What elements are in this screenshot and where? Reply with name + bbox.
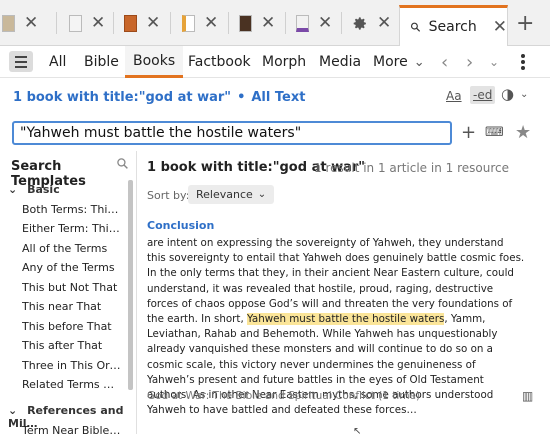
kebab-menu-icon[interactable] [521, 54, 525, 72]
tab-3[interactable]: ✕ [124, 0, 160, 46]
tab-strip: ✕ ✕ ✕ ✕ ✕ ✕ ✕ Search ✕ + [0, 0, 550, 46]
tab-6[interactable]: ✕ [296, 0, 332, 46]
template-item[interactable]: This before That [22, 320, 122, 333]
close-icon[interactable]: ✕ [204, 14, 218, 32]
forward-arrow-icon[interactable]: › [466, 52, 473, 73]
tab-2[interactable]: ✕ [69, 0, 105, 46]
resource-thumbnail-icon [182, 14, 195, 32]
history-dropdown-icon[interactable]: ⌄ [489, 55, 499, 69]
bullet-separator: • [237, 90, 246, 105]
tab-books[interactable]: Books [125, 46, 184, 78]
result-heading-link[interactable]: Conclusion [147, 219, 214, 232]
favorite-star-icon[interactable]: ★ [515, 122, 531, 143]
chevron-down-icon: ⌄ [413, 54, 425, 70]
chevron-down-icon[interactable]: ⌄ [520, 89, 528, 100]
template-item[interactable]: Related Terms Nea… [22, 378, 122, 391]
tab-5[interactable]: ✕ [239, 0, 275, 46]
tab-4[interactable]: ✕ [182, 0, 218, 46]
chevron-down-icon: ⌄ [8, 404, 18, 417]
tab-all[interactable]: All [49, 46, 66, 78]
chevron-down-icon: ⌄ [257, 189, 267, 200]
tab-morph[interactable]: Morph [262, 46, 306, 78]
search-templates-panel: Search Templates ⌄ Basic Both Terms: Thi… [0, 151, 137, 437]
template-item[interactable]: This after That [22, 339, 122, 352]
template-item[interactable]: Term Near Bible Re… [22, 424, 122, 437]
tab-more-label: More [373, 54, 408, 70]
resource-thumbnail-icon [239, 14, 252, 32]
close-icon[interactable]: ✕ [493, 17, 507, 37]
resource-thumbnail-icon [296, 14, 309, 32]
library-icon[interactable]: ▥ [522, 389, 533, 403]
group-label: Basic [27, 183, 60, 196]
gear-icon [353, 16, 366, 30]
close-icon[interactable]: ✕ [91, 14, 105, 32]
template-item[interactable]: This but Not That [22, 281, 122, 294]
tab-1[interactable]: ✕ [2, 0, 38, 46]
resource-thumbnail-icon [124, 14, 137, 32]
match-inflections-toggle[interactable]: -ed [470, 86, 496, 104]
back-arrow-icon[interactable]: ‹ [441, 52, 448, 73]
template-item[interactable]: Either Term: This o… [22, 222, 122, 235]
tab-factbook[interactable]: Factbook [188, 46, 251, 78]
query-summary: 1 book with title:"god at war" • All Text [13, 90, 305, 105]
tab-7[interactable]: ✕ [351, 0, 391, 46]
results-count: 1 result in 1 article in 1 resource [314, 161, 509, 175]
tab-search[interactable]: Search ✕ [399, 5, 508, 46]
template-item[interactable]: Both Terms: This a… [22, 203, 122, 216]
template-item[interactable]: All of the Terms [22, 242, 122, 255]
search-icon[interactable] [116, 157, 129, 170]
result-source[interactable]: God at War: The Bible and Spiritual Conf… [147, 390, 420, 402]
case-sensitivity-toggle[interactable]: Aa [446, 89, 462, 103]
snippet-text: are intent on expressing the sovereignty… [147, 237, 525, 326]
search-icon [410, 22, 420, 32]
tab-more[interactable]: More ⌄ [373, 46, 425, 78]
close-icon[interactable]: ✕ [24, 14, 38, 32]
new-tab-button[interactable]: + [516, 11, 534, 36]
visual-filter-icon[interactable]: ◑ [501, 85, 514, 103]
close-icon[interactable]: ✕ [318, 14, 332, 32]
sort-value: Relevance [196, 188, 253, 201]
templates-scrollbar[interactable] [128, 180, 133, 390]
tab-bible[interactable]: Bible [84, 46, 119, 78]
query-scope-link[interactable]: 1 book with title:"god at war" [13, 90, 231, 105]
sort-label: Sort by: [147, 189, 190, 202]
mouse-cursor-icon: ↖ [353, 426, 362, 437]
template-item[interactable]: Three in This Order [22, 359, 122, 372]
resource-thumbnail-icon [69, 14, 82, 32]
template-item[interactable]: This near That [22, 300, 122, 313]
tab-search-label: Search [428, 19, 477, 35]
text-scope-link[interactable]: All Text [251, 90, 305, 105]
search-hit-highlight: Yahweh must battle the hostile waters [247, 313, 445, 326]
panel-menu-button[interactable] [9, 51, 33, 72]
add-search-icon[interactable]: + [461, 122, 476, 143]
resource-thumbnail-icon [2, 14, 15, 32]
sort-dropdown[interactable]: Relevance ⌄ [188, 185, 275, 204]
close-icon[interactable]: ✕ [377, 14, 391, 32]
chevron-down-icon: ⌄ [8, 183, 18, 196]
close-icon[interactable]: ✕ [146, 14, 160, 32]
group-basic[interactable]: ⌄ Basic [8, 183, 60, 196]
close-icon[interactable]: ✕ [261, 14, 275, 32]
search-kind-tabs: All Bible Books Factbook Morph Media Mor… [0, 46, 550, 78]
search-input[interactable] [12, 121, 452, 145]
keyboard-icon[interactable]: ⌨ [485, 125, 504, 140]
template-item[interactable]: Any of the Terms [22, 261, 122, 274]
tab-media[interactable]: Media [319, 46, 361, 78]
